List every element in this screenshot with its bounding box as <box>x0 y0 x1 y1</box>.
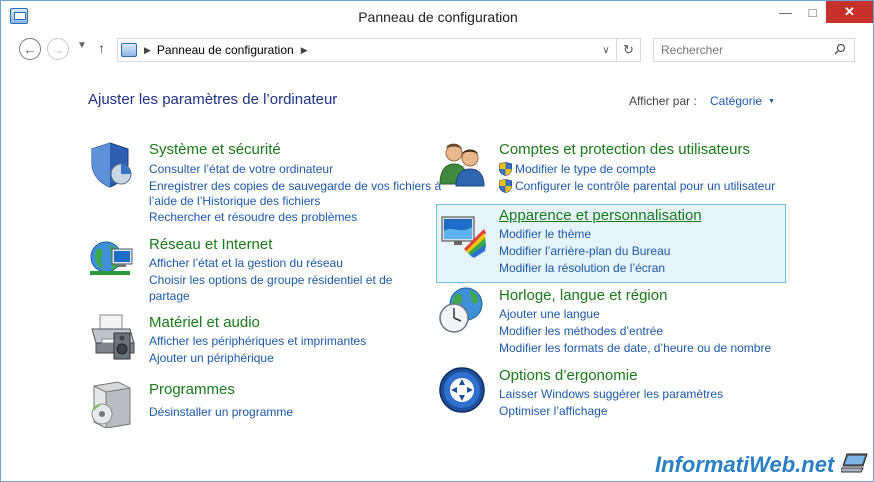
link-item[interactable]: Afficher les périphériques et imprimante… <box>149 333 366 349</box>
link-item[interactable]: Désinstaller un programme <box>149 404 293 420</box>
link-item[interactable]: Choisir les options de groupe résidentie… <box>149 272 392 288</box>
maximize-icon: □ <box>808 4 817 20</box>
refresh-icon: ↻ <box>623 42 634 57</box>
link-item[interactable]: Afficher l’état et la gestion du réseau <box>149 255 343 271</box>
chevron-right-icon[interactable]: ▶ <box>301 45 308 56</box>
link-item[interactable]: Enregistrer des copies de sauvegarde de … <box>149 178 441 194</box>
link-item[interactable]: Modifier le thème <box>499 226 591 242</box>
up-button[interactable]: ↑ <box>98 40 105 56</box>
category-title[interactable]: Comptes et protection des utilisateurs <box>499 141 750 158</box>
link-item[interactable]: Modifier la résolution de l’écran <box>499 260 665 276</box>
refresh-button[interactable]: ↻ <box>616 39 640 61</box>
printer-speaker-icon[interactable] <box>88 313 136 361</box>
recent-locations-button[interactable]: ▼ <box>77 40 87 51</box>
arrow-up-icon: ↑ <box>98 40 105 56</box>
ease-of-access-icon[interactable] <box>438 366 486 414</box>
clock-globe-icon[interactable] <box>438 286 486 334</box>
link-item[interactable]: Rechercher et résoudre des problèmes <box>149 209 357 225</box>
link-item[interactable]: Modifier les méthodes d’entrée <box>499 323 663 339</box>
search-box <box>653 38 855 62</box>
link-item[interactable]: Modifier le type de compte <box>499 161 656 177</box>
search-input[interactable] <box>654 39 824 61</box>
link-item[interactable]: Modifier les formats de date, d’heure ou… <box>499 340 771 356</box>
link-label: Configurer le contrôle parental pour un … <box>515 179 776 193</box>
category-title[interactable]: Programmes <box>149 381 235 398</box>
address-bar[interactable]: ▶ Panneau de configuration ▶ ∨ ↻ <box>117 38 641 62</box>
category-network-internet: Réseau et Internet Afficher l’état et la… <box>88 235 433 307</box>
chevron-down-icon: ∨ <box>602 44 610 56</box>
category-title[interactable]: Options d’ergonomie <box>499 367 637 384</box>
minimize-icon: — <box>779 4 792 20</box>
network-globe-icon[interactable] <box>88 235 136 283</box>
window-title: Panneau de configuration <box>358 9 518 25</box>
chevron-right-icon[interactable]: ▶ <box>144 45 151 56</box>
arrow-right-icon: → <box>51 41 65 57</box>
search-icon[interactable] <box>834 43 846 55</box>
view-by-label: Afficher par : <box>629 94 697 108</box>
navigation-bar: ← → ▼ ↑ ▶ Panneau de configuration ▶ ∨ ↻ <box>1 34 873 66</box>
maximize-button[interactable]: □ <box>799 1 826 23</box>
control-panel-icon <box>121 43 137 57</box>
chevron-down-icon: ▼ <box>77 40 87 51</box>
monitor-palette-icon <box>441 216 486 258</box>
forward-button[interactable]: → <box>47 38 69 60</box>
category-title[interactable]: Réseau et Internet <box>149 236 272 253</box>
address-dropdown-button[interactable]: ∨ <box>596 45 616 56</box>
category-system-security: Système et sécurité Consulter l’état de … <box>88 140 441 230</box>
link-item[interactable]: Configurer le contrôle parental pour un … <box>499 178 775 194</box>
category-appearance-personalization[interactable]: Apparence et personnalisation Modifier l… <box>436 204 786 283</box>
link-item[interactable]: Consulter l’état de votre ordinateur <box>149 161 333 177</box>
close-button[interactable]: ✕ <box>826 1 873 23</box>
arrow-left-icon: ← <box>23 41 37 57</box>
link-item[interactable]: Modifier l’arrière-plan du Bureau <box>499 243 670 259</box>
category-programs: Programmes Désinstaller un programme <box>88 380 433 428</box>
link-item[interactable]: Ajouter un périphérique <box>149 350 274 366</box>
uac-shield-icon <box>499 179 512 193</box>
back-button[interactable]: ← <box>19 38 41 60</box>
uac-shield-icon <box>499 162 512 176</box>
category-title[interactable]: Matériel et audio <box>149 314 260 331</box>
laptop-icon <box>841 453 868 473</box>
category-title[interactable]: Horloge, langue et région <box>499 287 667 304</box>
shield-icon[interactable] <box>88 140 136 188</box>
category-user-accounts: Comptes et protection des utilisateurs M… <box>438 140 783 196</box>
window-controls: — □ ✕ <box>772 1 873 23</box>
minimize-button[interactable]: — <box>772 1 799 23</box>
link-label: Modifier le type de compte <box>515 162 656 176</box>
link-item[interactable]: l’aide de l’Historique des fichiers <box>149 193 320 209</box>
link-item[interactable]: Laisser Windows suggérer les paramètres <box>499 386 723 402</box>
category-clock-language-region: Horloge, langue et région Ajouter une la… <box>438 286 783 358</box>
category-hardware-sound: Matériel et audio Afficher les périphéri… <box>88 313 433 369</box>
breadcrumb[interactable]: Panneau de configuration <box>157 43 294 57</box>
link-item[interactable]: Optimiser l’affichage <box>499 403 608 419</box>
close-icon: ✕ <box>844 4 855 19</box>
title-bar: Panneau de configuration — □ ✕ <box>1 1 873 33</box>
link-item[interactable]: partage <box>149 288 190 304</box>
category-title[interactable]: Apparence et personnalisation <box>499 207 702 224</box>
link-item[interactable]: Ajouter une langue <box>499 306 600 322</box>
watermark: InformatiWeb.net <box>655 452 835 477</box>
view-by-dropdown[interactable]: Catégorie <box>710 94 775 108</box>
users-icon[interactable] <box>438 140 486 188</box>
programs-box-icon[interactable] <box>88 380 136 428</box>
category-title[interactable]: Système et sécurité <box>149 141 281 158</box>
page-heading: Ajuster les paramètres de l’ordinateur <box>88 91 338 108</box>
category-ease-of-access: Options d’ergonomie Laisser Windows sugg… <box>438 366 783 422</box>
control-panel-window: Panneau de configuration — □ ✕ ← → ▼ ↑ ▶… <box>0 0 874 482</box>
